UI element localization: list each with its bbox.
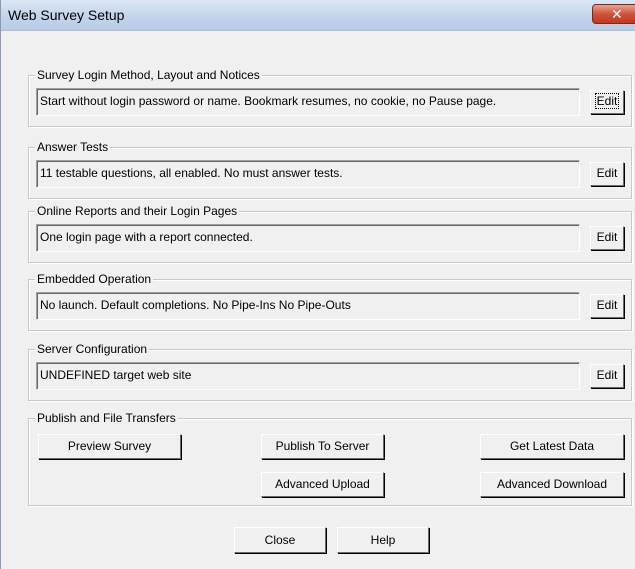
- login-method-edit-button[interactable]: Edit: [590, 90, 624, 114]
- online-reports-edit-button[interactable]: Edit: [590, 226, 624, 250]
- close-window-button[interactable]: ✕: [592, 4, 635, 24]
- online-reports-summary: One login page with a report connected.: [36, 224, 580, 252]
- group-server-configuration: Server Configuration UNDEFINED target we…: [28, 341, 632, 401]
- group-answer-tests: Answer Tests 11 testable questions, all …: [28, 139, 632, 199]
- login-method-edit-label: Edit: [594, 93, 620, 109]
- group-login-method: Survey Login Method, Layout and Notices …: [28, 67, 632, 127]
- publish-to-server-button[interactable]: Publish To Server: [261, 434, 384, 459]
- close-icon: ✕: [611, 6, 623, 22]
- close-button[interactable]: Close: [234, 527, 326, 553]
- group-server-configuration-label: Server Configuration: [35, 341, 150, 357]
- server-configuration-edit-button[interactable]: Edit: [590, 364, 624, 388]
- dialog-body: Survey Login Method, Layout and Notices …: [1, 31, 635, 569]
- answer-tests-edit-button[interactable]: Edit: [590, 162, 624, 186]
- group-answer-tests-label: Answer Tests: [35, 139, 111, 155]
- group-embedded-operation: Embedded Operation No launch. Default co…: [28, 271, 632, 331]
- advanced-upload-button[interactable]: Advanced Upload: [261, 472, 384, 497]
- title-bar[interactable]: Web Survey Setup ✕: [1, 0, 635, 31]
- server-configuration-summary: UNDEFINED target web site: [36, 362, 580, 390]
- get-latest-data-button[interactable]: Get Latest Data: [480, 434, 624, 459]
- advanced-download-button[interactable]: Advanced Download: [480, 472, 624, 497]
- group-login-method-label: Survey Login Method, Layout and Notices: [35, 67, 262, 83]
- embedded-operation-summary: No launch. Default completions. No Pipe-…: [36, 292, 580, 320]
- preview-survey-button[interactable]: Preview Survey: [38, 434, 181, 459]
- embedded-operation-edit-button[interactable]: Edit: [590, 294, 624, 318]
- login-method-summary: Start without login password or name. Bo…: [36, 88, 580, 116]
- answer-tests-summary: 11 testable questions, all enabled. No m…: [36, 160, 580, 188]
- group-embedded-operation-label: Embedded Operation: [35, 271, 154, 287]
- group-online-reports: Online Reports and their Login Pages One…: [28, 203, 632, 263]
- help-button[interactable]: Help: [337, 527, 429, 553]
- group-publish-file-transfers: Publish and File Transfers Preview Surve…: [28, 410, 632, 506]
- group-publish-label: Publish and File Transfers: [35, 410, 178, 426]
- web-survey-setup-dialog: Web Survey Setup ✕ Survey Login Method, …: [0, 0, 635, 569]
- group-online-reports-label: Online Reports and their Login Pages: [35, 203, 240, 219]
- window-title: Web Survey Setup: [8, 7, 125, 23]
